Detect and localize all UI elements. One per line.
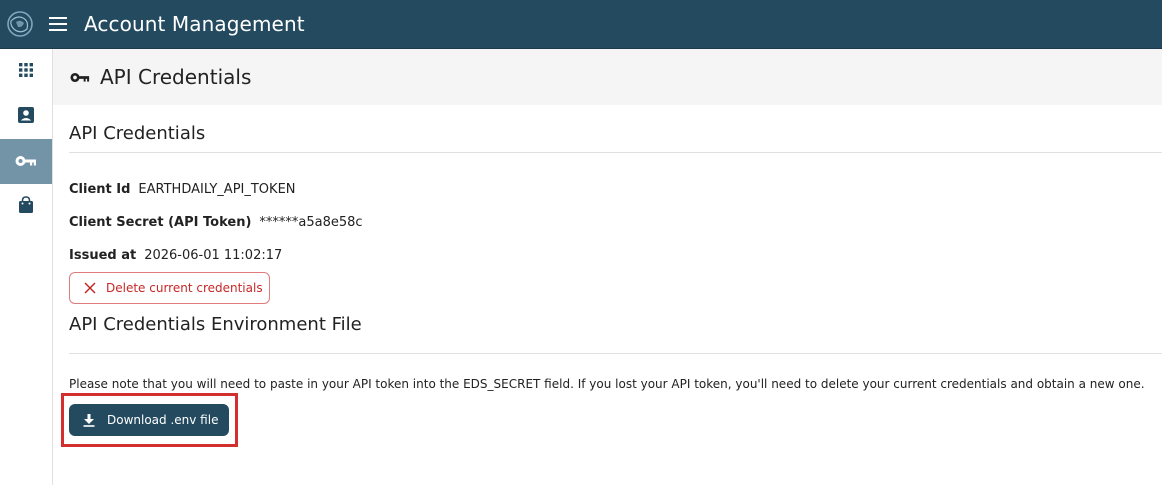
download-icon (83, 413, 95, 427)
shopping-bag-icon (18, 195, 34, 218)
download-highlight-box: Download .env file (61, 393, 238, 447)
close-icon (84, 282, 96, 294)
issued-at-row: Issued at 2026-06-01 11:02:17 (69, 239, 1162, 272)
client-secret-value: ******a5a8e58c (259, 215, 363, 230)
issued-at-label: Issued at (69, 248, 137, 263)
top-app-bar: Account Management (0, 0, 1162, 49)
client-secret-label: Client Secret (API Token) (69, 215, 252, 230)
env-file-section-title: API Credentials Environment File (69, 304, 1162, 354)
delete-credentials-label: Delete current credentials (106, 281, 263, 295)
page-header: API Credentials (53, 49, 1162, 105)
apps-grid-icon (18, 62, 34, 82)
sidebar-item-orders[interactable] (0, 184, 52, 229)
client-id-row: Client Id EARTHDAILY_API_TOKEN (69, 173, 1162, 206)
sidebar-item-apps[interactable] (0, 49, 52, 94)
download-env-file-button[interactable]: Download .env file (69, 404, 229, 436)
client-id-value: EARTHDAILY_API_TOKEN (138, 182, 296, 197)
credentials-section-title: API Credentials (69, 105, 1162, 153)
globe-logo-icon[interactable] (2, 6, 38, 42)
main-content: API Credentials Client Id EARTHDAILY_API… (61, 105, 1162, 447)
sidebar-nav (0, 49, 53, 485)
delete-credentials-button[interactable]: Delete current credentials (69, 272, 270, 304)
hamburger-menu-icon[interactable] (46, 12, 70, 36)
download-env-file-label: Download .env file (107, 413, 219, 427)
key-icon (70, 72, 90, 83)
account-box-icon (17, 106, 35, 128)
key-icon (15, 152, 37, 171)
app-title: Account Management (84, 12, 305, 36)
sidebar-item-account[interactable] (0, 94, 52, 139)
env-file-note: Please note that you will need to paste … (69, 377, 1145, 391)
client-id-label: Client Id (69, 182, 131, 197)
client-secret-row: Client Secret (API Token) ******a5a8e58c (69, 206, 1162, 239)
issued-at-value: 2026-06-01 11:02:17 (144, 248, 283, 263)
sidebar-item-api-credentials[interactable] (0, 139, 52, 184)
page-title: API Credentials (100, 65, 252, 89)
